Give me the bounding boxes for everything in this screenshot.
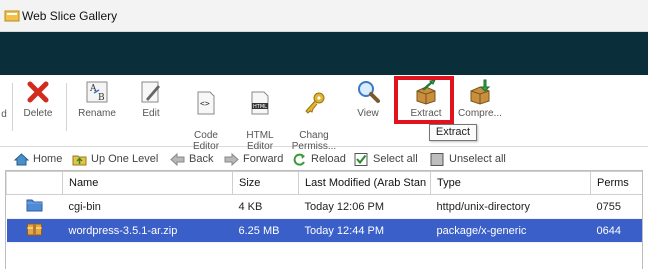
edit-button[interactable]: Edit (132, 79, 170, 119)
toolbar-partial-button[interactable]: d (0, 109, 8, 120)
file-size: 6.25 MB (232, 218, 299, 243)
navigation-bar: Home Up One Level Back Forward Reload Se… (0, 148, 648, 170)
back-button[interactable]: Back (170, 151, 213, 167)
modified-column-header[interactable]: Last Modified (Arab Stan (298, 171, 431, 195)
file-type: package/x-generic (430, 218, 591, 243)
table-header-row: Name Size Last Modified (Arab Stan Type … (6, 171, 643, 195)
table-row[interactable]: cgi-bin 4 KB Today 12:06 PM httpd/unix-d… (6, 194, 643, 219)
reload-icon (293, 153, 305, 166)
file-name[interactable]: wordpress-3.5.1-ar.zip (62, 218, 233, 243)
file-modified: Today 12:44 PM (298, 218, 431, 243)
row-icon-cell (6, 194, 63, 219)
perms-column-header[interactable]: Perms (590, 171, 643, 195)
rename-icon: A B (86, 81, 108, 103)
html-editor-button[interactable]: HTML HTML Editor (238, 79, 282, 152)
file-modified: Today 12:06 PM (298, 194, 431, 219)
header-banner (0, 32, 648, 75)
code-editor-icon: <> (197, 91, 215, 115)
compress-button[interactable]: Compre... (456, 79, 504, 119)
toolbar-divider (12, 83, 13, 131)
key-icon (305, 92, 325, 114)
checkbox-unchecked-icon (430, 152, 444, 166)
favorites-bar: Web Slice Gallery (0, 0, 648, 32)
home-button[interactable]: Home (14, 151, 62, 167)
svg-text:B: B (98, 93, 105, 103)
html-editor-icon: HTML (251, 91, 269, 115)
extract-highlight-box (394, 76, 454, 124)
web-slice-gallery-icon[interactable] (4, 9, 20, 23)
delete-button[interactable]: Delete (18, 79, 58, 119)
rename-button[interactable]: A B Rename (74, 79, 120, 119)
unselect-all-button[interactable]: Unselect all (430, 151, 506, 167)
size-column-header[interactable]: Size (232, 171, 299, 195)
file-perms: 0755 (590, 194, 643, 219)
delete-icon (27, 81, 49, 103)
code-editor-button[interactable]: <> Code Editor (184, 79, 228, 152)
extract-tooltip: Extract (429, 124, 477, 141)
back-arrow-icon (170, 152, 185, 166)
file-toolbar: d Delete A B Rename Edit <> Code Editor (0, 75, 648, 152)
file-list-table: Name Size Last Modified (Arab Stan Type … (6, 171, 643, 243)
row-icon-cell (6, 218, 63, 243)
file-name[interactable]: cgi-bin (62, 194, 233, 219)
checkbox-checked-icon (354, 152, 368, 166)
reload-button[interactable]: Reload (292, 151, 346, 167)
toolbar-divider (66, 83, 67, 131)
file-perms: 0644 (590, 218, 643, 243)
archive-icon (27, 223, 42, 236)
forward-arrow-icon (224, 152, 239, 166)
home-icon (14, 152, 29, 166)
name-column-header[interactable]: Name (62, 171, 233, 195)
svg-text:HTML: HTML (253, 104, 267, 110)
svg-text:<>: <> (200, 99, 210, 108)
file-type: httpd/unix-directory (430, 194, 591, 219)
magnifier-icon (358, 81, 380, 103)
select-all-button[interactable]: Select all (354, 151, 418, 167)
forward-button[interactable]: Forward (224, 151, 283, 167)
table-row-selected[interactable]: wordpress-3.5.1-ar.zip 6.25 MB Today 12:… (6, 218, 643, 243)
view-button[interactable]: View (350, 79, 386, 119)
up-one-level-button[interactable]: Up One Level (72, 151, 158, 167)
change-permissions-button[interactable]: Chang Permiss... (288, 79, 340, 152)
up-folder-icon (72, 155, 87, 166)
compress-icon (470, 79, 491, 105)
icon-column-header (6, 171, 63, 195)
web-slice-gallery-link[interactable]: Web Slice Gallery (22, 9, 117, 23)
file-size: 4 KB (232, 194, 299, 219)
type-column-header[interactable]: Type (430, 171, 591, 195)
edit-icon (141, 81, 160, 103)
folder-icon (26, 199, 43, 212)
